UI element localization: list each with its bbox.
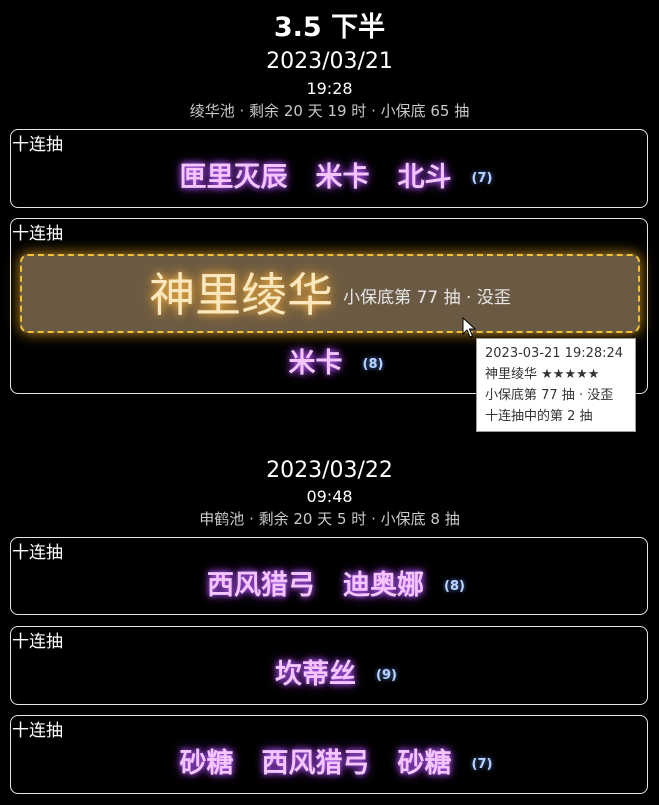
card-label: 十连抽	[12, 721, 63, 741]
four-star-item[interactable]: 西风猎弓	[207, 568, 315, 604]
four-star-item[interactable]: 米卡	[316, 160, 370, 196]
pull-row: 坎蒂丝 (9)	[11, 657, 647, 693]
section-banner-info: 绫华池 · 剩余 20 天 19 时 · 小保底 65 抽	[189, 102, 470, 120]
pull-tooltip: 2023-03-21 19:28:24 神里绫华 ★★★★★ 小保底第 77 抽…	[476, 338, 636, 432]
section-date: 2023/03/21	[266, 49, 393, 74]
four-star-item[interactable]: 坎蒂丝	[275, 657, 356, 693]
pull-row: 砂糖 西风猎弓 砂糖 (7)	[11, 746, 647, 782]
section-time: 09:48	[306, 487, 353, 506]
four-star-item[interactable]: 砂糖	[180, 746, 234, 782]
page-title: 3.5 下半	[273, 12, 386, 43]
section-date: 2023/03/22	[266, 458, 393, 483]
tooltip-item: 神里绫华 ★★★★★	[485, 367, 600, 382]
card-label: 十连抽	[12, 224, 63, 244]
pull-count: (7)	[471, 170, 493, 186]
pull-count: (9)	[376, 667, 397, 683]
tooltip-position: 十连抽中的第 2 抽	[485, 409, 593, 424]
five-star-pity-note: 小保底第 77 抽 · 没歪	[343, 288, 511, 308]
ten-pull-card: 十连抽 坎蒂丝 (9)	[10, 626, 648, 705]
card-label: 十连抽	[12, 543, 63, 563]
four-star-item[interactable]: 砂糖	[398, 746, 452, 782]
ten-pull-card: 十连抽 匣里灭辰 米卡 北斗 (7)	[10, 129, 648, 208]
pull-row: 西风猎弓 迪奥娜 (8)	[11, 568, 647, 604]
card-label: 十连抽	[12, 632, 63, 652]
four-star-item[interactable]: 匣里灭辰	[180, 160, 288, 196]
ten-pull-card: 十连抽 西风猎弓 迪奥娜 (8)	[10, 537, 648, 615]
pull-count: (8)	[444, 578, 465, 594]
four-star-item[interactable]: 米卡	[289, 346, 343, 382]
card-label: 十连抽	[12, 135, 63, 155]
four-star-item[interactable]: 西风猎弓	[262, 746, 370, 782]
section-time: 19:28	[306, 79, 353, 98]
gacha-history-page: 3.5 下半 2023/03/21 19:28 绫华池 · 剩余 20 天 19…	[0, 0, 659, 805]
tooltip-timestamp: 2023-03-21 19:28:24	[485, 346, 624, 361]
pull-row: 匣里灭辰 米卡 北斗 (7)	[11, 160, 647, 196]
section-banner-info: 申鹤池 · 剩余 20 天 5 时 · 小保底 8 抽	[199, 510, 460, 528]
ten-pull-card: 十连抽 砂糖 西风猎弓 砂糖 (7)	[10, 715, 648, 794]
four-star-item[interactable]: 迪奥娜	[343, 568, 424, 604]
five-star-highlight[interactable]: 神里绫华 小保底第 77 抽 · 没歪	[20, 254, 640, 333]
pull-count: (7)	[471, 756, 493, 772]
pull-count: (8)	[362, 356, 384, 372]
five-star-item[interactable]: 神里绫华	[149, 256, 333, 335]
four-star-item[interactable]: 北斗	[398, 160, 452, 196]
tooltip-pity: 小保底第 77 抽 · 没歪	[485, 388, 614, 403]
mouse-cursor-icon	[462, 317, 476, 338]
